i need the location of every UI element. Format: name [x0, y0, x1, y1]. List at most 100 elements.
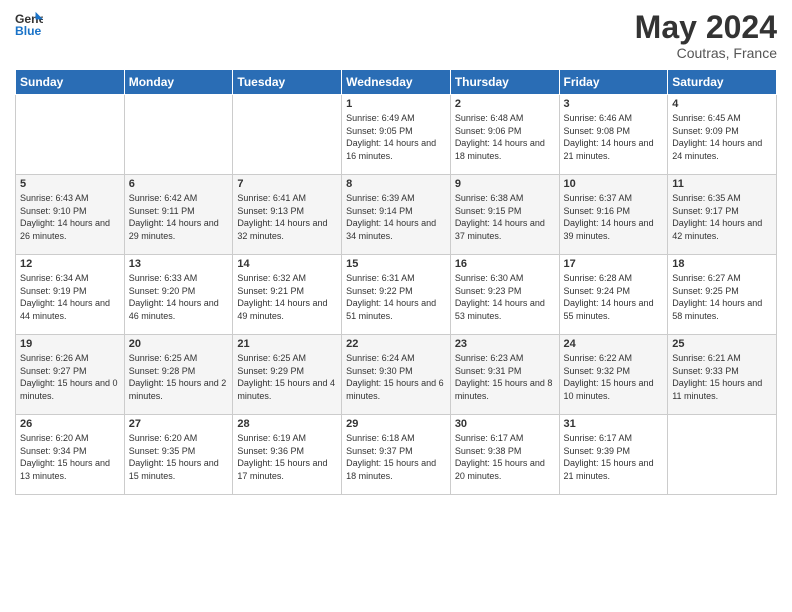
cell-daylight-info: Sunrise: 6:21 AM Sunset: 9:33 PM Dayligh…: [672, 352, 772, 402]
day-number: 27: [129, 418, 229, 430]
col-wednesday: Wednesday: [342, 70, 451, 95]
page: General Blue May 2024 Coutras, France Su…: [0, 0, 792, 612]
cell-daylight-info: Sunrise: 6:41 AM Sunset: 9:13 PM Dayligh…: [237, 192, 337, 242]
week-row-4: 26 Sunrise: 6:20 AM Sunset: 9:34 PM Dayli…: [16, 415, 777, 495]
calendar-cell: 10Sunrise: 6:37 AM Sunset: 9:16 PM Dayli…: [559, 175, 668, 255]
calendar-cell: 2Sunrise: 6:48 AM Sunset: 9:06 PM Daylig…: [450, 95, 559, 175]
cell-daylight-info: Sunrise: 6:39 AM Sunset: 9:14 PM Dayligh…: [346, 192, 446, 242]
day-number: 8: [346, 178, 446, 190]
cell-daylight-info: Sunrise: 6:42 AM Sunset: 9:11 PM Dayligh…: [129, 192, 229, 242]
calendar-cell: 17Sunrise: 6:28 AM Sunset: 9:24 PM Dayli…: [559, 255, 668, 335]
day-number: 9: [455, 178, 555, 190]
calendar-cell: 25 Sunrise: 6:21 AM Sunset: 9:33 PM Dayli…: [668, 335, 777, 415]
cell-daylight-info: Sunrise: 6:17 AM Sunset: 9:38 PM Dayligh…: [455, 432, 555, 482]
day-number: 28: [237, 418, 337, 430]
cell-daylight-info: Sunrise: 6:18 AM Sunset: 9:37 PM Dayligh…: [346, 432, 446, 482]
col-monday: Monday: [124, 70, 233, 95]
calendar-cell: 6 Sunrise: 6:42 AM Sunset: 9:11 PM Daylig…: [124, 175, 233, 255]
day-number: 22: [346, 338, 446, 350]
week-row-3: 19 Sunrise: 6:26 AM Sunset: 9:27 PM Dayli…: [16, 335, 777, 415]
cell-daylight-info: Sunrise: 6:38 AM Sunset: 9:15 PM Dayligh…: [455, 192, 555, 242]
calendar-cell: 15Sunrise: 6:31 AM Sunset: 9:22 PM Dayli…: [342, 255, 451, 335]
calendar-cell: 29 Sunrise: 6:18 AM Sunset: 9:37 PM Dayli…: [342, 415, 451, 495]
cell-daylight-info: Sunrise: 6:20 AM Sunset: 9:34 PM Dayligh…: [20, 432, 120, 482]
day-number: 1: [346, 98, 446, 110]
calendar-cell: 4 Sunrise: 6:45 AM Sunset: 9:09 PM Daylig…: [668, 95, 777, 175]
day-number: 4: [672, 98, 772, 110]
calendar-cell: 31 Sunrise: 6:17 AM Sunset: 9:39 PM Dayli…: [559, 415, 668, 495]
cell-daylight-info: Sunrise: 6:20 AM Sunset: 9:35 PM Dayligh…: [129, 432, 229, 482]
calendar-cell: 13Sunrise: 6:33 AM Sunset: 9:20 PM Dayli…: [124, 255, 233, 335]
cell-daylight-info: Sunrise: 6:33 AM Sunset: 9:20 PM Dayligh…: [129, 272, 229, 322]
cell-daylight-info: Sunrise: 6:23 AM Sunset: 9:31 PM Dayligh…: [455, 352, 555, 402]
title-block: May 2024 Coutras, France: [635, 10, 777, 61]
calendar-cell: [233, 95, 342, 175]
day-number: 6: [129, 178, 229, 190]
day-number: 25: [672, 338, 772, 350]
calendar-cell: 20 Sunrise: 6:25 AM Sunset: 9:28 PM Dayli…: [124, 335, 233, 415]
cell-daylight-info: Sunrise: 6:19 AM Sunset: 9:36 PM Dayligh…: [237, 432, 337, 482]
calendar-cell: 16 Sunrise: 6:30 AM Sunset: 9:23 PM Dayli…: [450, 255, 559, 335]
day-number: 20: [129, 338, 229, 350]
day-number: 16: [455, 258, 555, 270]
svg-text:Blue: Blue: [15, 24, 42, 38]
calendar-cell: 23 Sunrise: 6:23 AM Sunset: 9:31 PM Dayli…: [450, 335, 559, 415]
calendar-cell: [124, 95, 233, 175]
day-number: 23: [455, 338, 555, 350]
day-number: 24: [564, 338, 664, 350]
day-number: 29: [346, 418, 446, 430]
week-row-2: 12 Sunrise: 6:34 AM Sunset: 9:19 PM Dayli…: [16, 255, 777, 335]
cell-daylight-info: Sunrise: 6:49 AM Sunset: 9:05 PM Dayligh…: [346, 112, 446, 162]
location: Coutras, France: [635, 45, 777, 61]
cell-daylight-info: Sunrise: 6:31 AM Sunset: 9:22 PM Dayligh…: [346, 272, 446, 322]
cell-daylight-info: Sunrise: 6:25 AM Sunset: 9:29 PM Dayligh…: [237, 352, 337, 402]
cell-daylight-info: Sunrise: 6:37 AM Sunset: 9:16 PM Dayligh…: [564, 192, 664, 242]
calendar-cell: 19 Sunrise: 6:26 AM Sunset: 9:27 PM Dayli…: [16, 335, 125, 415]
calendar-cell: [16, 95, 125, 175]
day-number: 30: [455, 418, 555, 430]
month-year: May 2024: [635, 10, 777, 45]
col-saturday: Saturday: [668, 70, 777, 95]
calendar-cell: 1 Sunrise: 6:49 AM Sunset: 9:05 PM Daylig…: [342, 95, 451, 175]
cell-daylight-info: Sunrise: 6:48 AM Sunset: 9:06 PM Dayligh…: [455, 112, 555, 162]
day-number: 19: [20, 338, 120, 350]
calendar-cell: 22 Sunrise: 6:24 AM Sunset: 9:30 PM Dayli…: [342, 335, 451, 415]
calendar-cell: 12 Sunrise: 6:34 AM Sunset: 9:19 PM Dayli…: [16, 255, 125, 335]
week-row-0: 1 Sunrise: 6:49 AM Sunset: 9:05 PM Daylig…: [16, 95, 777, 175]
calendar-cell: 9 Sunrise: 6:38 AM Sunset: 9:15 PM Daylig…: [450, 175, 559, 255]
calendar-cell: 5 Sunrise: 6:43 AM Sunset: 9:10 PM Daylig…: [16, 175, 125, 255]
col-sunday: Sunday: [16, 70, 125, 95]
calendar-cell: 30 Sunrise: 6:17 AM Sunset: 9:38 PM Dayli…: [450, 415, 559, 495]
header: General Blue May 2024 Coutras, France: [15, 10, 777, 61]
day-number: 12: [20, 258, 120, 270]
day-number: 5: [20, 178, 120, 190]
calendar-cell: 8 Sunrise: 6:39 AM Sunset: 9:14 PM Daylig…: [342, 175, 451, 255]
day-number: 26: [20, 418, 120, 430]
cell-daylight-info: Sunrise: 6:34 AM Sunset: 9:19 PM Dayligh…: [20, 272, 120, 322]
cell-daylight-info: Sunrise: 6:22 AM Sunset: 9:32 PM Dayligh…: [564, 352, 664, 402]
col-thursday: Thursday: [450, 70, 559, 95]
cell-daylight-info: Sunrise: 6:43 AM Sunset: 9:10 PM Dayligh…: [20, 192, 120, 242]
cell-daylight-info: Sunrise: 6:32 AM Sunset: 9:21 PM Dayligh…: [237, 272, 337, 322]
cell-daylight-info: Sunrise: 6:28 AM Sunset: 9:24 PM Dayligh…: [564, 272, 664, 322]
day-number: 11: [672, 178, 772, 190]
cell-daylight-info: Sunrise: 6:26 AM Sunset: 9:27 PM Dayligh…: [20, 352, 120, 402]
cell-daylight-info: Sunrise: 6:17 AM Sunset: 9:39 PM Dayligh…: [564, 432, 664, 482]
calendar-cell: 14 Sunrise: 6:32 AM Sunset: 9:21 PM Dayli…: [233, 255, 342, 335]
calendar-cell: 18Sunrise: 6:27 AM Sunset: 9:25 PM Dayli…: [668, 255, 777, 335]
day-number: 7: [237, 178, 337, 190]
calendar-cell: 21Sunrise: 6:25 AM Sunset: 9:29 PM Dayli…: [233, 335, 342, 415]
logo-icon: General Blue: [15, 10, 43, 38]
day-number: 31: [564, 418, 664, 430]
calendar-cell: 28 Sunrise: 6:19 AM Sunset: 9:36 PM Dayli…: [233, 415, 342, 495]
day-number: 3: [564, 98, 664, 110]
cell-daylight-info: Sunrise: 6:45 AM Sunset: 9:09 PM Dayligh…: [672, 112, 772, 162]
cell-daylight-info: Sunrise: 6:30 AM Sunset: 9:23 PM Dayligh…: [455, 272, 555, 322]
day-number: 14: [237, 258, 337, 270]
calendar-cell: 24 Sunrise: 6:22 AM Sunset: 9:32 PM Dayli…: [559, 335, 668, 415]
day-number: 18: [672, 258, 772, 270]
cell-daylight-info: Sunrise: 6:25 AM Sunset: 9:28 PM Dayligh…: [129, 352, 229, 402]
col-tuesday: Tuesday: [233, 70, 342, 95]
cell-daylight-info: Sunrise: 6:24 AM Sunset: 9:30 PM Dayligh…: [346, 352, 446, 402]
calendar: Sunday Monday Tuesday Wednesday Thursday…: [15, 69, 777, 495]
